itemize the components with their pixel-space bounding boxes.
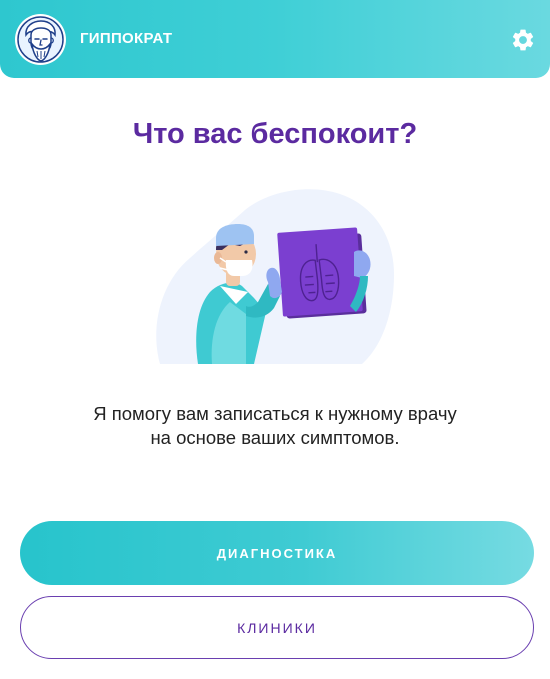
description-line-2: на основе ваших симптомов. — [150, 427, 400, 448]
doctor-examining-xray-illustration — [156, 189, 395, 364]
app-title: ГИППОКРАТ — [80, 30, 173, 47]
description-text: Я помогу вам записаться к нужному врачу … — [40, 402, 510, 450]
gear-icon[interactable] — [510, 27, 536, 53]
app-header: ГИППОКРАТ — [0, 0, 550, 78]
page-title: Что вас беспокоит? — [132, 118, 418, 150]
diagnostics-button[interactable]: ДИАГНОСТИКА — [20, 521, 534, 585]
hippocrates-portrait-icon — [15, 14, 66, 65]
description-line-1: Я помогу вам записаться к нужному врачу — [93, 403, 457, 424]
clinics-button[interactable]: КЛИНИКИ — [20, 596, 534, 659]
app-screen: ГИППОКРАТ Что вас беспокоит? Я помогу ва… — [0, 0, 550, 679]
